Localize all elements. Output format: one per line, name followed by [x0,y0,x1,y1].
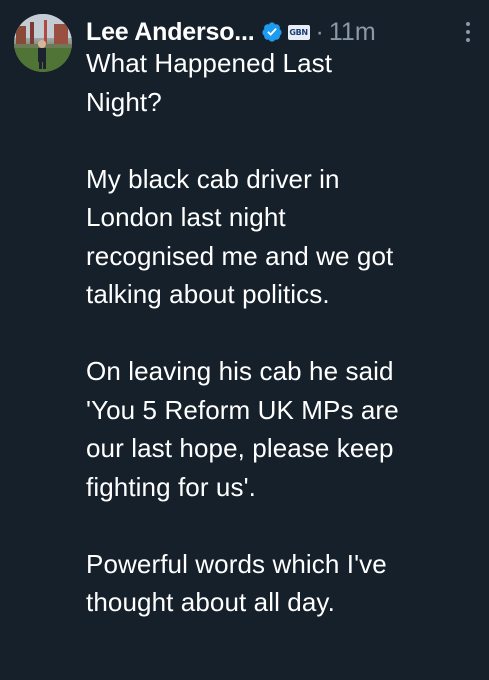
verified-badge-icon [261,21,283,43]
text-line: What Happened Last [86,48,333,78]
avatar-photo [14,14,72,72]
text-line: fighting for us'. [86,471,256,502]
more-dot [466,22,470,26]
tweet-paragraph: My black cab driver in London last night… [86,160,476,314]
text-line: Powerful words which I've [86,548,387,579]
text-line: talking about politics. [86,279,330,309]
tweet-text: What Happened Last Night? My black cab d… [86,44,476,622]
author-display-name[interactable]: Lee Anderso... [86,18,255,47]
more-options-icon[interactable] [465,22,471,42]
tweet-card: Lee Anderso... GBN · 11m What Happened L… [0,0,489,680]
separator-dot: · [315,17,324,46]
text-line: Night? [86,86,162,117]
author-avatar[interactable] [14,14,72,72]
more-dot [466,38,470,42]
more-dot [466,30,470,34]
text-line: My black cab driver in [86,163,340,194]
text-line: 'You 5 Reform UK MPs are [86,394,399,425]
post-timestamp[interactable]: 11m [329,18,376,47]
text-line: London last night [86,202,286,232]
text-line: thought about all day. [86,587,335,617]
text-line: On leaving his cab he said [86,356,394,386]
text-line: recognised me and we got [86,240,394,271]
affiliation-badge[interactable]: GBN [287,24,310,40]
tweet-paragraph: Powerful words which I've thought about … [86,545,476,622]
text-line: our last hope, please keep [86,433,394,463]
tweet-paragraph: On leaving his cab he said 'You 5 Reform… [86,352,476,506]
tweet-paragraph: What Happened Last Night? [86,44,476,121]
